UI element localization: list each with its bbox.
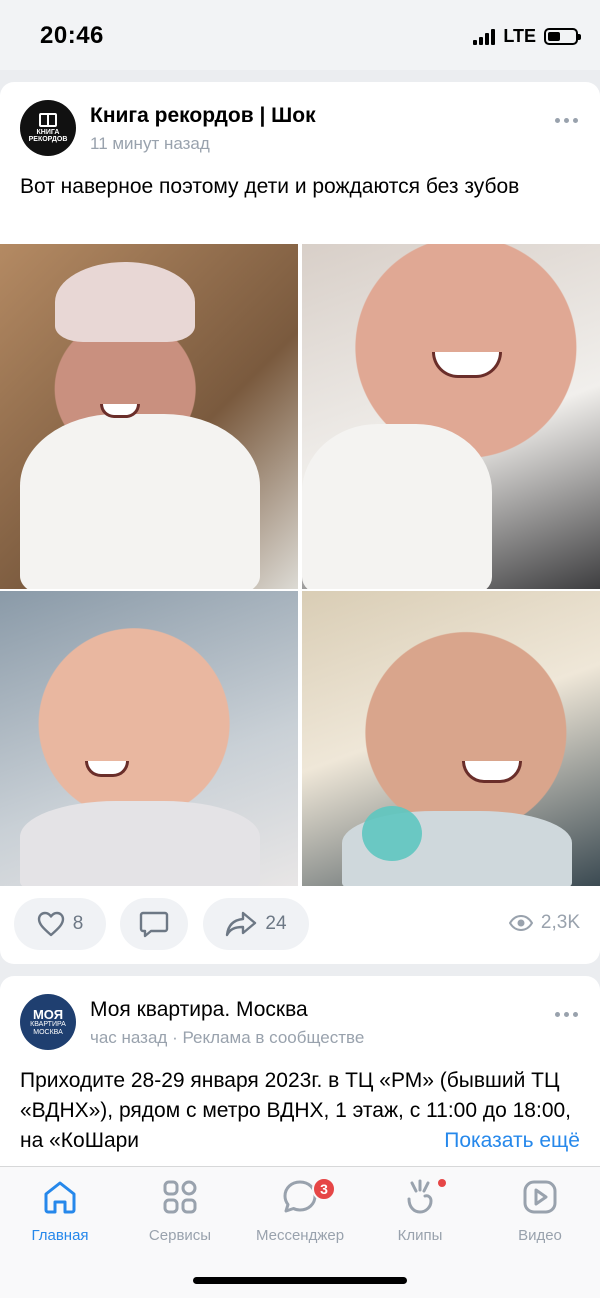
tab-label: Мессенджер <box>255 1227 345 1244</box>
post-text: Приходите 28-29 января 2023г. в ТЦ «РМ» … <box>20 1066 580 1156</box>
tab-label: Главная <box>31 1227 89 1244</box>
like-button[interactable]: 8 <box>14 898 106 950</box>
eye-icon <box>508 915 533 931</box>
home-indicator <box>193 1277 407 1284</box>
tab-messenger[interactable]: 3 Мессенджер <box>240 1177 360 1257</box>
signal-icon <box>473 28 496 45</box>
unread-badge: 3 <box>312 1177 336 1201</box>
baby-photo-3[interactable] <box>0 591 298 886</box>
battery-fill <box>548 32 560 41</box>
comment-button[interactable] <box>120 898 188 950</box>
avatar[interactable]: МОЯ КВАРТИРА МОСКВА <box>20 994 76 1050</box>
views-counter: 2,3K <box>508 912 580 934</box>
show-more-wrap: Показать ещё <box>426 1126 580 1156</box>
video-icon <box>523 1180 557 1214</box>
tab-label: Видео <box>518 1227 562 1244</box>
book-icon <box>39 112 57 127</box>
views-count: 2,3K <box>540 912 580 933</box>
baby-photo-4[interactable] <box>302 591 600 886</box>
status-time: 20:46 <box>40 22 104 49</box>
heart-icon <box>37 911 64 937</box>
baby-photo-2[interactable] <box>302 244 600 589</box>
tab-clips[interactable]: Клипы <box>360 1177 480 1257</box>
post-text: Вот наверное поэтому дети и рождаются бе… <box>20 175 520 198</box>
status-indicators: LTE <box>473 26 581 47</box>
services-icon <box>163 1180 197 1214</box>
more-dots-icon[interactable] <box>555 118 578 123</box>
share-button[interactable]: 24 <box>203 898 309 950</box>
tab-home[interactable]: Главная <box>0 1177 120 1257</box>
tab-label: Сервисы <box>148 1227 212 1244</box>
avatar-city: МОСКВА <box>33 1028 63 1036</box>
post-header: МОЯ КВАРТИРА МОСКВА Моя квартира. Москва… <box>20 994 580 1054</box>
status-bar: 20:46 LTE <box>0 0 600 70</box>
avatar-text: МОЯ <box>32 1006 64 1022</box>
share-icon <box>226 911 257 937</box>
post-card: МОЯ КВАРТИРА МОСКВА Моя квартира. Москва… <box>0 976 600 1176</box>
post-author[interactable]: Книга рекордов | Шок <box>90 104 316 128</box>
avatar-subtext: КВАРТИРА <box>30 1021 66 1029</box>
like-count: 8 <box>72 913 84 934</box>
baby-photo-1[interactable] <box>0 244 298 589</box>
share-count: 24 <box>265 913 287 934</box>
photo-grid <box>0 244 600 886</box>
avatar-text: КНИГА РЕКОРДОВ <box>28 128 68 143</box>
tab-label: Клипы <box>397 1227 443 1244</box>
comment-icon <box>139 911 169 938</box>
post-card: КНИГА РЕКОРДОВ Книга рекордов | Шок 11 м… <box>0 82 600 964</box>
more-dots-icon[interactable] <box>555 1012 578 1017</box>
battery-icon <box>544 28 581 45</box>
clips-icon <box>407 1179 433 1214</box>
network-type: LTE <box>503 26 536 46</box>
home-icon <box>44 1181 76 1214</box>
post-header: КНИГА РЕКОРДОВ Книга рекордов | Шок 11 м… <box>20 100 580 160</box>
post-author[interactable]: Моя квартира. Москва <box>90 998 308 1022</box>
post-actions: 8 24 2,3K <box>14 898 580 950</box>
new-clips-dot <box>438 1179 446 1187</box>
post-time: час назад · Реклама в сообществе <box>90 1028 365 1047</box>
avatar[interactable]: КНИГА РЕКОРДОВ <box>20 100 76 156</box>
show-more-link[interactable]: Показать ещё <box>444 1129 580 1152</box>
tab-video[interactable]: Видео <box>480 1177 600 1257</box>
tab-services[interactable]: Сервисы <box>120 1177 240 1257</box>
post-time: 11 минут назад <box>90 134 210 153</box>
